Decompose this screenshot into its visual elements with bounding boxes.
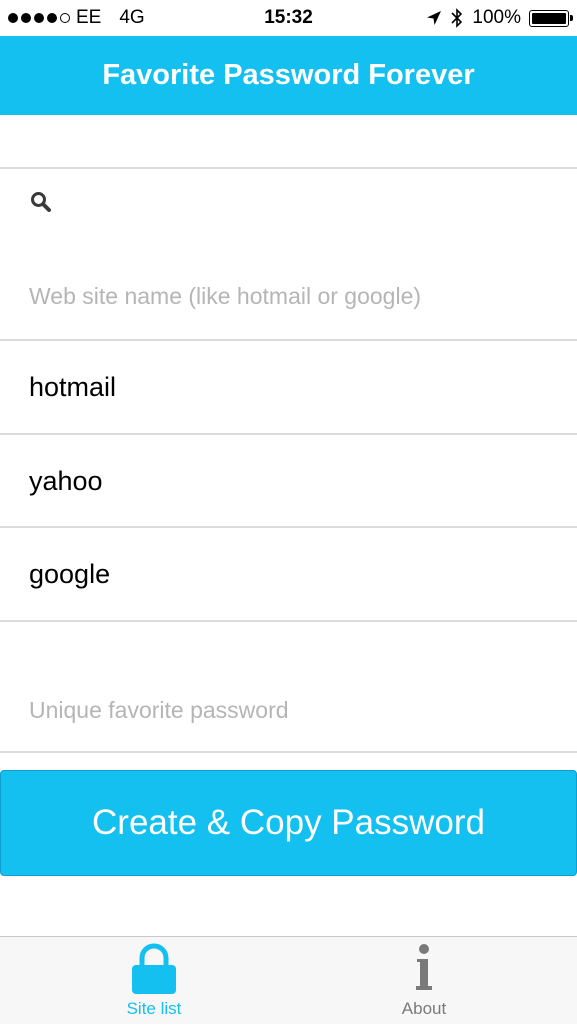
info-icon bbox=[416, 944, 432, 990]
page-title: Favorite Password Forever bbox=[102, 59, 475, 91]
tab-site-list[interactable]: Site list bbox=[10, 937, 298, 1025]
tab-about-label: About bbox=[401, 999, 447, 1018]
divider bbox=[0, 751, 577, 753]
search-icon bbox=[31, 192, 51, 212]
location-arrow-icon bbox=[427, 11, 442, 25]
bluetooth-icon bbox=[451, 8, 463, 28]
list-item-yahoo[interactable]: yahoo bbox=[0, 435, 577, 527]
password-input[interactable] bbox=[29, 690, 549, 730]
list-item-hotmail[interactable]: hotmail bbox=[0, 341, 577, 433]
site-name-input[interactable] bbox=[29, 276, 549, 316]
tab-about[interactable]: About bbox=[280, 937, 568, 1025]
status-bar: EE 4G 15:32 100% bbox=[0, 0, 577, 36]
list-item-label: yahoo bbox=[29, 465, 103, 496]
battery-percent: 100% bbox=[472, 7, 521, 28]
list-item-google[interactable]: google bbox=[0, 528, 577, 620]
status-right: 100% bbox=[426, 0, 573, 36]
battery-icon bbox=[529, 9, 573, 27]
lock-icon bbox=[132, 943, 176, 994]
nav-bar: Favorite Password Forever bbox=[0, 36, 577, 115]
create-copy-password-button[interactable]: Create & Copy Password bbox=[0, 770, 577, 876]
create-button-label: Create & Copy Password bbox=[92, 803, 485, 842]
tab-bar: Site list About bbox=[0, 936, 577, 1024]
divider bbox=[0, 167, 577, 169]
divider bbox=[0, 620, 577, 622]
tab-site-list-label: Site list bbox=[126, 999, 182, 1018]
status-time: 15:32 bbox=[264, 7, 313, 28]
list-item-label: google bbox=[29, 558, 111, 589]
list-item-label: hotmail bbox=[29, 371, 117, 402]
